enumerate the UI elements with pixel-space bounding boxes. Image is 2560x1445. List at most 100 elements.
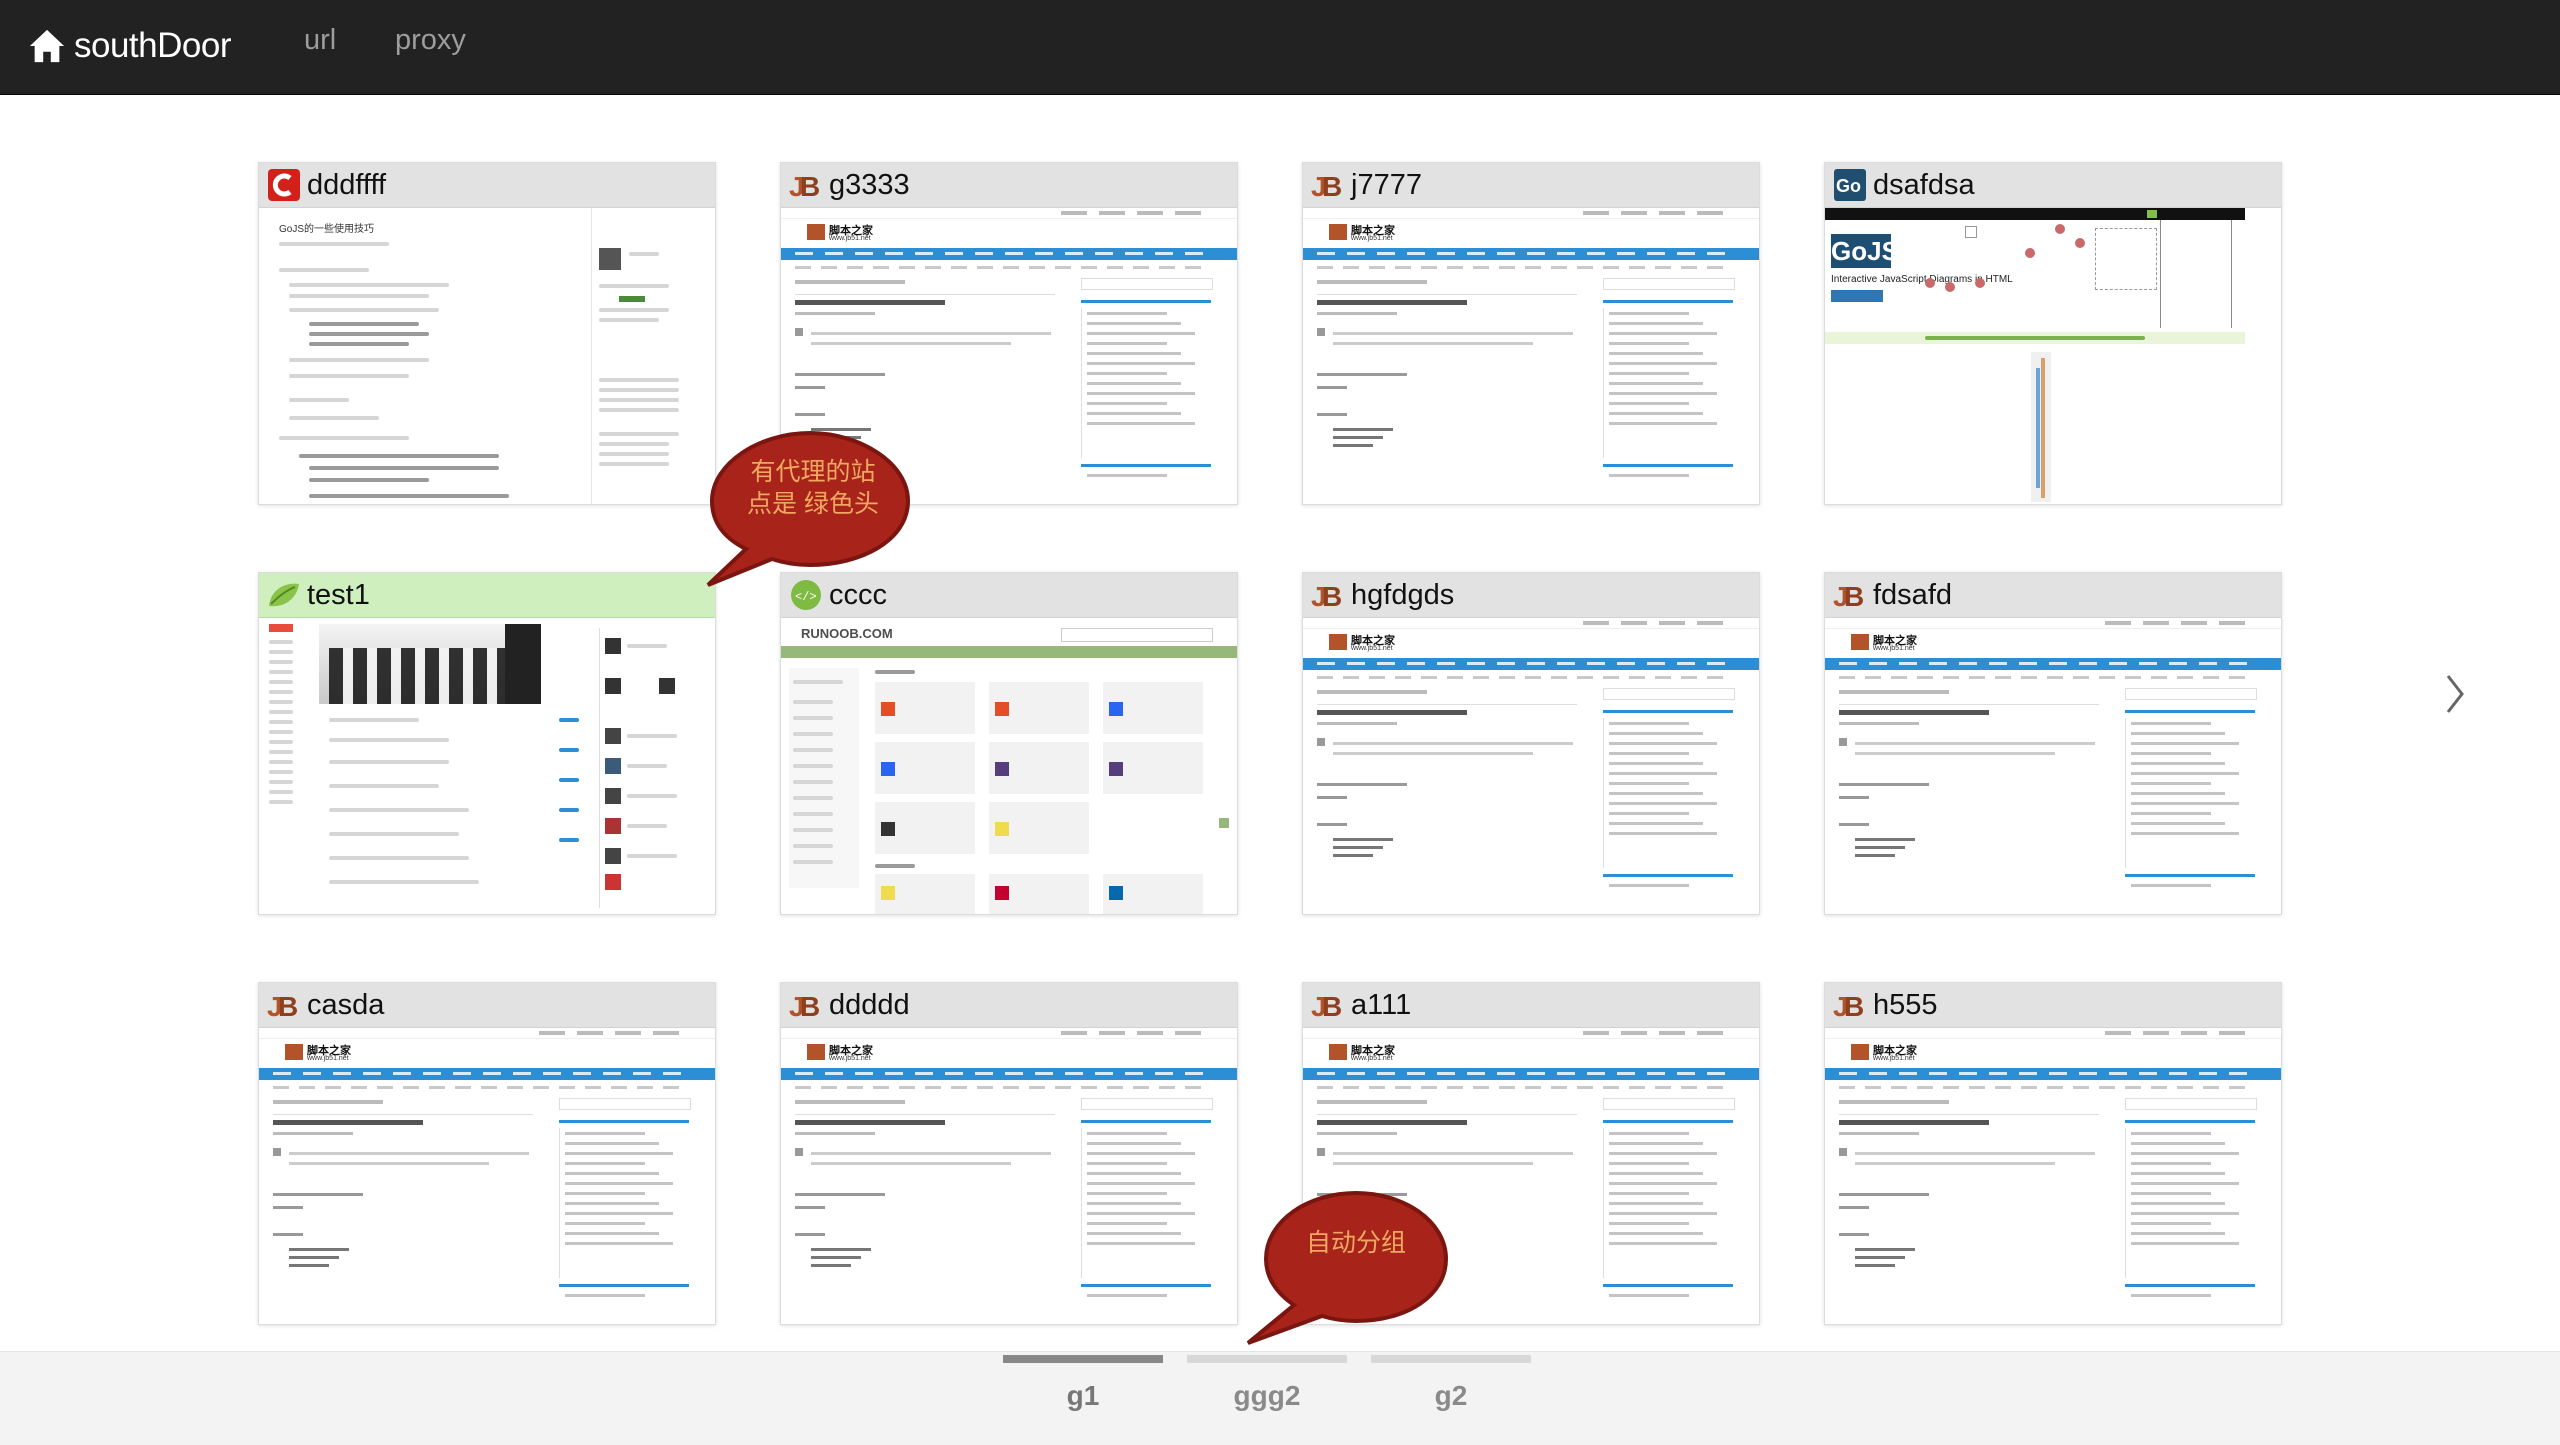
thumb-block <box>1333 752 1533 755</box>
thumb-block <box>1865 1086 1881 1089</box>
thumb-block <box>781 208 1237 219</box>
thumb-block <box>1317 413 1347 416</box>
thumb-block <box>1839 783 1929 786</box>
thumb-block <box>1609 352 1703 355</box>
thumb-block <box>1081 1098 1213 1110</box>
nav-link-url[interactable]: url <box>304 24 336 57</box>
site-tile-test1[interactable]: test1 <box>258 572 716 915</box>
thumb-block <box>1577 1086 1593 1089</box>
thumb-block <box>1159 266 1175 269</box>
thumb-block <box>1333 1162 1533 1165</box>
thumb-block <box>1395 1086 1411 1089</box>
thumb-block <box>1707 266 1723 269</box>
thumb-block <box>1525 1086 1541 1089</box>
thumb-block <box>2177 676 2193 679</box>
site-tile-hgfdgds[interactable]: JB hgfdgds 脚本之家 www.jb51.net <box>1302 572 1760 915</box>
thumb-block <box>1497 1072 1515 1075</box>
group-tab-ggg2[interactable]: ggg2 <box>1187 1380 1347 1412</box>
next-page-chevron-icon[interactable] <box>2440 664 2470 724</box>
site-tile-ddddd[interactable]: JB ddddd 脚本之家 www.jb51.net <box>780 982 1238 1325</box>
tile-title: test1 <box>307 578 370 611</box>
thumb-block <box>2021 676 2037 679</box>
thumb-block <box>1473 1086 1489 1089</box>
thumb-block <box>1065 1072 1083 1075</box>
thumb-block <box>847 266 863 269</box>
thumb-block <box>1609 782 1689 785</box>
thumb-block <box>1055 266 1071 269</box>
callout-text-group: 自动分组 <box>1305 1229 1406 1257</box>
thumb-block <box>1647 662 1665 665</box>
thumb-block <box>289 1248 349 1251</box>
thumb-block <box>1995 1086 2011 1089</box>
thumb-block <box>1609 732 1703 735</box>
thumb-block <box>1347 1072 1365 1075</box>
thumb-block <box>1603 1120 1733 1123</box>
thumb-block <box>795 328 803 336</box>
thumb-block <box>1527 662 1545 665</box>
thumb-block <box>2131 1182 2239 1185</box>
thumb-block <box>1407 662 1425 665</box>
thumb-block <box>303 1072 321 1075</box>
thumb-block <box>811 1248 871 1251</box>
thumb-block <box>1527 252 1545 255</box>
thumb-block <box>925 1086 941 1089</box>
thumb-block <box>1609 392 1717 395</box>
thumb-block <box>1087 1192 1167 1195</box>
group-tab-g1[interactable]: g1 <box>1003 1380 1163 1412</box>
site-tile-dsafdsa[interactable]: Go dsafdsa GoJS Interactive JavaScript D… <box>1824 162 2282 505</box>
site-tile-dddffff[interactable]: dddffff GoJS的一些使用技巧 <box>258 162 716 505</box>
thumb-block <box>825 252 843 255</box>
thumb-block <box>565 1202 659 1205</box>
thumb-block <box>1377 252 1395 255</box>
nav-link-proxy[interactable]: proxy <box>395 24 466 57</box>
thumb-block <box>1583 1031 1609 1035</box>
site-tile-fdsafd[interactable]: JB fdsafd 脚本之家 www.jb51.net <box>1824 572 2282 915</box>
tile-header: JB j7777 <box>1303 163 1759 208</box>
thumb-block <box>1839 1100 1949 1104</box>
thumb-block <box>1609 772 1717 775</box>
thumb-block <box>899 1086 915 1089</box>
site-tile-h555[interactable]: JB h555 脚本之家 www.jb51.net <box>1824 982 2282 1325</box>
group-indicator-g2[interactable] <box>1371 1355 1531 1363</box>
thumb-block <box>1087 1182 1195 1185</box>
thumb-block <box>1185 1086 1201 1089</box>
thumb-block <box>1087 474 1167 477</box>
thumb-block <box>1855 846 1905 849</box>
thumb-block <box>1095 252 1113 255</box>
thumb-block <box>289 1264 329 1267</box>
thumb-block <box>1035 1072 1053 1075</box>
thumb-block <box>1369 266 1385 269</box>
jb51-mini-logo <box>1329 634 1347 650</box>
thumb-block <box>1107 266 1123 269</box>
thumb-block <box>1609 362 1717 365</box>
site-tile-j7777[interactable]: JB j7777 脚本之家 www.jb51.net <box>1302 162 1760 505</box>
tile-header: JB casda <box>259 983 715 1028</box>
thumb-block <box>403 1086 419 1089</box>
thumb-block <box>1551 676 1567 679</box>
group-indicator-g1[interactable] <box>1003 1355 1163 1363</box>
tile-title: j7777 <box>1351 168 1422 201</box>
thumb-block <box>1989 1072 2007 1075</box>
thumb-block <box>2125 1086 2141 1089</box>
thumb-block <box>1087 322 1181 325</box>
thumb-block <box>1647 252 1665 255</box>
thumb-block <box>1333 742 1573 745</box>
thumb-block <box>1317 1148 1325 1156</box>
thumb-block <box>1959 662 1977 665</box>
thumb-block <box>1081 278 1213 290</box>
brand-link[interactable]: southDoor <box>28 18 231 74</box>
thumb-block <box>2099 676 2115 679</box>
group-indicator-ggg2[interactable] <box>1187 1355 1347 1363</box>
thumb-block <box>795 1114 1055 1115</box>
site-tile-casda[interactable]: JB casda 脚本之家 www.jb51.net <box>258 982 716 1325</box>
thumb-block <box>2151 1086 2167 1089</box>
thumb-block <box>2131 752 2211 755</box>
thumb-block <box>1087 422 1195 425</box>
thumb-block <box>1087 402 1167 405</box>
thumb-block <box>1497 662 1515 665</box>
thumb-block <box>1681 266 1697 269</box>
thumb-block <box>1839 676 1855 679</box>
group-tab-g2[interactable]: g2 <box>1371 1380 1531 1412</box>
thumb-block <box>885 1072 903 1075</box>
site-tile-cccc[interactable]: </> cccc RUNOOB.COM <box>780 572 1238 915</box>
